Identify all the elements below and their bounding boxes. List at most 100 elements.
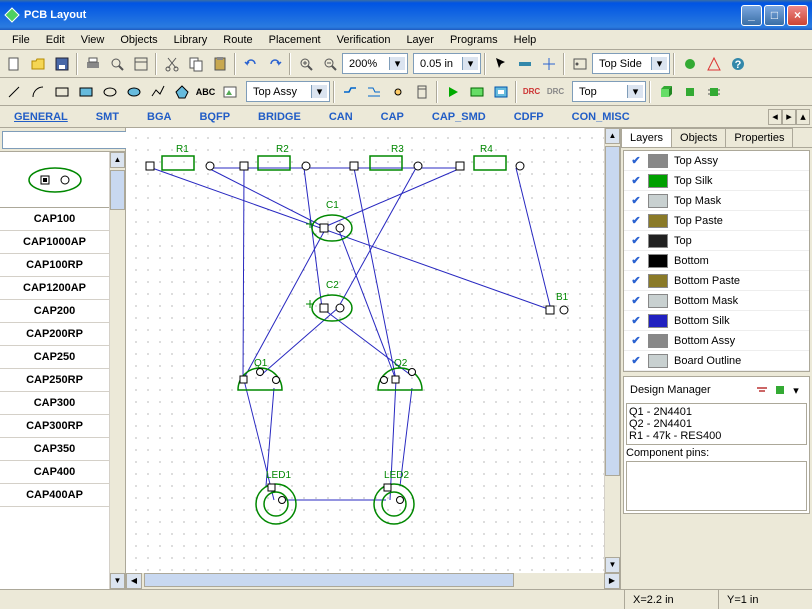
- menu-layer[interactable]: Layer: [398, 32, 442, 48]
- tab-cap[interactable]: CAP: [367, 108, 418, 126]
- dm-component-list[interactable]: Q1 - 2N4401 Q2 - 2N4401 R1 - 47k - RES40…: [626, 403, 807, 445]
- list-item[interactable]: Q2 - 2N4401: [629, 418, 804, 430]
- origin-tool[interactable]: [568, 53, 591, 75]
- menu-help[interactable]: Help: [506, 32, 545, 48]
- side-combo[interactable]: Top Side▾: [592, 53, 670, 74]
- list-item[interactable]: CAP400AP: [0, 484, 109, 507]
- zoom-in-button[interactable]: [294, 53, 317, 75]
- menu-view[interactable]: View: [73, 32, 113, 48]
- tab-general[interactable]: GENERAL: [0, 108, 82, 126]
- tab-next-button[interactable]: ▸: [782, 109, 796, 125]
- maximize-button[interactable]: □: [764, 5, 785, 26]
- drc-layer-combo[interactable]: Top▾: [572, 81, 646, 102]
- errors-button[interactable]: [702, 53, 725, 75]
- open-button[interactable]: [26, 53, 49, 75]
- list-item[interactable]: R1 - 47k - RES400: [629, 430, 804, 442]
- zoom-combo[interactable]: 200%▾: [342, 53, 408, 74]
- layer-row[interactable]: ✔Top Silk: [624, 171, 809, 191]
- list-item[interactable]: CAP400: [0, 461, 109, 484]
- drc-check-button[interactable]: DRC: [520, 81, 543, 103]
- tab-cdfp[interactable]: CDFP: [500, 108, 558, 126]
- canvas-vscroll[interactable]: ▲ ▼: [604, 128, 620, 573]
- scroll-up-icon[interactable]: ▲: [110, 152, 125, 168]
- list-item[interactable]: CAP200RP: [0, 323, 109, 346]
- measure-tool[interactable]: [537, 53, 560, 75]
- tab-bridge[interactable]: BRIDGE: [244, 108, 315, 126]
- layer-row[interactable]: ✔Bottom Mask: [624, 291, 809, 311]
- copy-button[interactable]: [184, 53, 207, 75]
- tab-smt[interactable]: SMT: [82, 108, 133, 126]
- canvas-hscroll[interactable]: ◀ ▶: [126, 573, 620, 589]
- ratline-tool[interactable]: [410, 81, 433, 103]
- paste-button[interactable]: [208, 53, 231, 75]
- chip1-button[interactable]: [678, 81, 701, 103]
- design-canvas[interactable]: R1 R2 R3 R4: [126, 128, 604, 573]
- help-button[interactable]: ?: [726, 53, 749, 75]
- layer-row[interactable]: ✔Bottom Silk: [624, 311, 809, 331]
- chip2-button[interactable]: [702, 81, 725, 103]
- scroll-down-icon[interactable]: ▼: [110, 573, 125, 589]
- tab-bqfp[interactable]: BQFP: [185, 108, 244, 126]
- drc-clear-button[interactable]: DRC: [544, 81, 567, 103]
- scroll-right-icon[interactable]: ▶: [604, 573, 620, 589]
- list-item[interactable]: CAP250: [0, 346, 109, 369]
- tab-layers[interactable]: Layers: [621, 128, 672, 147]
- tab-properties[interactable]: Properties: [725, 128, 793, 147]
- polygon-tool[interactable]: [170, 81, 193, 103]
- scroll-up-icon[interactable]: ▲: [605, 128, 620, 144]
- list-item[interactable]: CAP300: [0, 392, 109, 415]
- list-item[interactable]: CAP1200AP: [0, 277, 109, 300]
- scroll-left-icon[interactable]: ◀: [126, 573, 142, 589]
- run-button[interactable]: [441, 81, 464, 103]
- menu-library[interactable]: Library: [166, 32, 216, 48]
- new-button[interactable]: [2, 53, 25, 75]
- layer-row[interactable]: ✔Bottom: [624, 251, 809, 271]
- cut-button[interactable]: [160, 53, 183, 75]
- tab-cap-smd[interactable]: CAP_SMD: [418, 108, 500, 126]
- rect-tool[interactable]: [50, 81, 73, 103]
- list-item[interactable]: CAP300RP: [0, 415, 109, 438]
- list-item[interactable]: CAP250RP: [0, 369, 109, 392]
- redo-button[interactable]: [263, 53, 286, 75]
- scroll-thumb[interactable]: [110, 170, 125, 210]
- polyline-tool[interactable]: [146, 81, 169, 103]
- layer-row[interactable]: ✔Top Paste: [624, 211, 809, 231]
- reroute-tool[interactable]: [362, 81, 385, 103]
- menu-verification[interactable]: Verification: [329, 32, 399, 48]
- save-button[interactable]: [50, 53, 73, 75]
- close-button[interactable]: ×: [787, 5, 808, 26]
- tab-objects[interactable]: Objects: [671, 128, 726, 147]
- scroll-down-icon[interactable]: ▼: [605, 557, 620, 573]
- zoom-out-button[interactable]: [318, 53, 341, 75]
- route-tool[interactable]: [338, 81, 361, 103]
- list-item[interactable]: CAP1000AP: [0, 231, 109, 254]
- ellipse-tool[interactable]: [98, 81, 121, 103]
- pan-tool[interactable]: [513, 53, 536, 75]
- menu-placement[interactable]: Placement: [261, 32, 329, 48]
- fillellipse-tool[interactable]: [122, 81, 145, 103]
- arrow-tool[interactable]: [489, 53, 512, 75]
- menu-file[interactable]: File: [4, 32, 38, 48]
- menu-edit[interactable]: Edit: [38, 32, 73, 48]
- tab-can[interactable]: CAN: [315, 108, 367, 126]
- fillrect-tool[interactable]: [74, 81, 97, 103]
- minimize-button[interactable]: _: [741, 5, 762, 26]
- menu-objects[interactable]: Objects: [112, 32, 165, 48]
- print-button[interactable]: [81, 53, 104, 75]
- 3d-button[interactable]: [654, 81, 677, 103]
- list-item[interactable]: CAP100RP: [0, 254, 109, 277]
- list-item[interactable]: CAP100: [0, 208, 109, 231]
- layer-row[interactable]: ✔Top: [624, 231, 809, 251]
- layer-row[interactable]: ✔Top Assy: [624, 151, 809, 171]
- grid-combo[interactable]: 0.05 in▾: [413, 53, 481, 74]
- image-tool[interactable]: [218, 81, 241, 103]
- dm-pins-list[interactable]: [626, 461, 807, 511]
- layer-row[interactable]: ✔Top Mask: [624, 191, 809, 211]
- line-tool[interactable]: [2, 81, 25, 103]
- list-item[interactable]: CAP350: [0, 438, 109, 461]
- tab-overflow-button[interactable]: ▴: [796, 109, 810, 125]
- list-item[interactable]: Q1 - 2N4401: [629, 406, 804, 418]
- undo-button[interactable]: [239, 53, 262, 75]
- place-button[interactable]: [465, 81, 488, 103]
- menu-programs[interactable]: Programs: [442, 32, 506, 48]
